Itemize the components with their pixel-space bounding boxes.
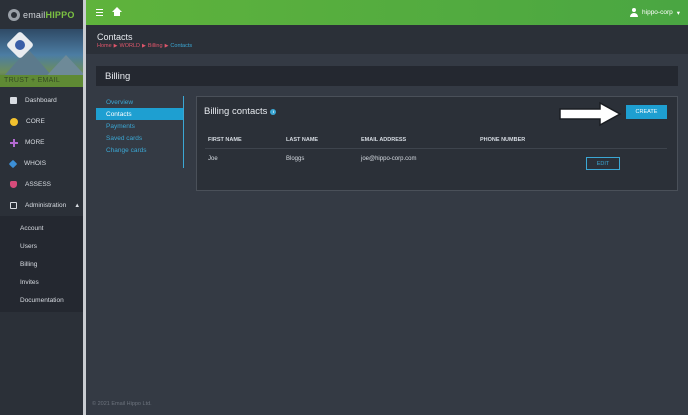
- nav-item-label: MORE: [25, 139, 45, 146]
- nav-item-administration[interactable]: Administration ▲: [0, 195, 83, 216]
- billing-menu-payments[interactable]: Payments: [96, 120, 183, 132]
- billing-menu-saved-cards[interactable]: Saved cards: [96, 132, 183, 144]
- user-icon: [630, 8, 639, 17]
- billing-menu-change-cards[interactable]: Change cards: [96, 144, 183, 156]
- main-nav: Dashboard CORE MORE WHOIS ASSESS Adminis…: [0, 90, 83, 312]
- menu-icon[interactable]: [96, 8, 103, 17]
- nav-item-label: Administration: [25, 202, 67, 209]
- chevron-up-icon: ▲: [74, 202, 81, 209]
- submenu-item-invites[interactable]: Invites: [0, 273, 83, 291]
- nav-item-dashboard[interactable]: Dashboard: [0, 90, 83, 111]
- logo[interactable]: emailHIPPO: [0, 0, 83, 29]
- home-icon[interactable]: [112, 6, 122, 17]
- breadcrumb-home[interactable]: Home: [97, 43, 112, 49]
- banner-caption: TRUST + EMAIL: [4, 77, 61, 84]
- cell-first-name: Joe: [208, 156, 218, 162]
- cell-email: joe@hippo-corp.com: [361, 156, 417, 162]
- user-label: hippo-corp: [642, 9, 673, 16]
- billing-menu: Overview Contacts Payments Saved cards C…: [96, 96, 184, 168]
- breadcrumb: Home ▶ WORLD ▶ Billing ▶ Contacts: [97, 43, 688, 49]
- top-bar: hippo-corp ▾: [86, 0, 688, 25]
- billing-contacts-panel: Billing contacts i CREATE FIRST NAME LAS…: [196, 96, 678, 191]
- chevron-right-icon: ▶: [164, 43, 169, 49]
- nav-item-more[interactable]: MORE: [0, 132, 83, 153]
- dashboard-icon: [10, 97, 17, 104]
- user-menu[interactable]: hippo-corp ▾: [630, 8, 680, 17]
- breadcrumb-world[interactable]: WORLD: [120, 43, 140, 49]
- chevron-right-icon: ▶: [113, 43, 118, 49]
- submenu-item-billing[interactable]: Billing: [0, 255, 83, 273]
- sidebar: emailHIPPO TRUST + EMAIL Dashboard CORE …: [0, 0, 86, 415]
- panel-title: Billing contacts: [204, 106, 268, 117]
- submenu-item-documentation[interactable]: Documentation: [0, 291, 83, 309]
- submenu-item-account[interactable]: Account: [0, 219, 83, 237]
- submenu-item-users[interactable]: Users: [0, 237, 83, 255]
- breadcrumb-contacts: Contacts: [170, 43, 193, 49]
- whois-icon: [8, 159, 18, 168]
- page-header: Contacts Home ▶ WORLD ▶ Billing ▶ Contacts: [86, 25, 688, 54]
- column-header-last-name: LAST NAME: [286, 137, 319, 143]
- column-header-email: EMAIL ADDRESS: [361, 137, 407, 143]
- profile-banner: TRUST + EMAIL: [0, 29, 83, 87]
- admin-submenu: Account Users Billing Invites Documentat…: [0, 216, 83, 312]
- nav-item-label: ASSESS: [25, 181, 52, 188]
- footer-copyright: © 2021 Email Hippo Ltd.: [92, 401, 152, 407]
- page-title: Contacts: [97, 32, 133, 42]
- more-icon: [10, 139, 18, 147]
- column-header-phone: PHONE NUMBER: [480, 137, 526, 143]
- nav-item-label: CORE: [26, 118, 45, 125]
- logo-name: HIPPO: [45, 9, 75, 20]
- create-button[interactable]: CREATE: [626, 105, 667, 119]
- arrow-pointer-icon: [559, 101, 622, 127]
- billing-menu-overview[interactable]: Overview: [96, 96, 183, 108]
- nav-item-label: Dashboard: [25, 97, 57, 104]
- admin-icon: [10, 202, 17, 209]
- nav-item-whois[interactable]: WHOIS: [0, 153, 83, 174]
- edit-button[interactable]: EDIT: [586, 157, 620, 170]
- column-header-first-name: FIRST NAME: [208, 137, 242, 143]
- breadcrumb-billing[interactable]: Billing: [148, 43, 163, 49]
- billing-menu-contacts[interactable]: Contacts: [96, 108, 183, 120]
- nav-item-core[interactable]: CORE: [0, 111, 83, 132]
- table-divider: [205, 148, 667, 149]
- hippo-logo-icon: [8, 8, 20, 21]
- avatar-icon: [15, 40, 25, 50]
- chevron-right-icon: ▶: [142, 43, 146, 49]
- nav-item-label: WHOIS: [24, 160, 47, 167]
- cell-last-name: Bloggs: [286, 156, 305, 162]
- assess-icon: [10, 181, 17, 188]
- info-icon[interactable]: i: [270, 108, 277, 115]
- caret-down-icon: ▾: [676, 9, 680, 17]
- core-icon: [10, 117, 18, 126]
- nav-item-assess[interactable]: ASSESS: [0, 174, 83, 195]
- billing-heading: Billing: [96, 66, 678, 86]
- logo-prefix: email: [23, 9, 46, 20]
